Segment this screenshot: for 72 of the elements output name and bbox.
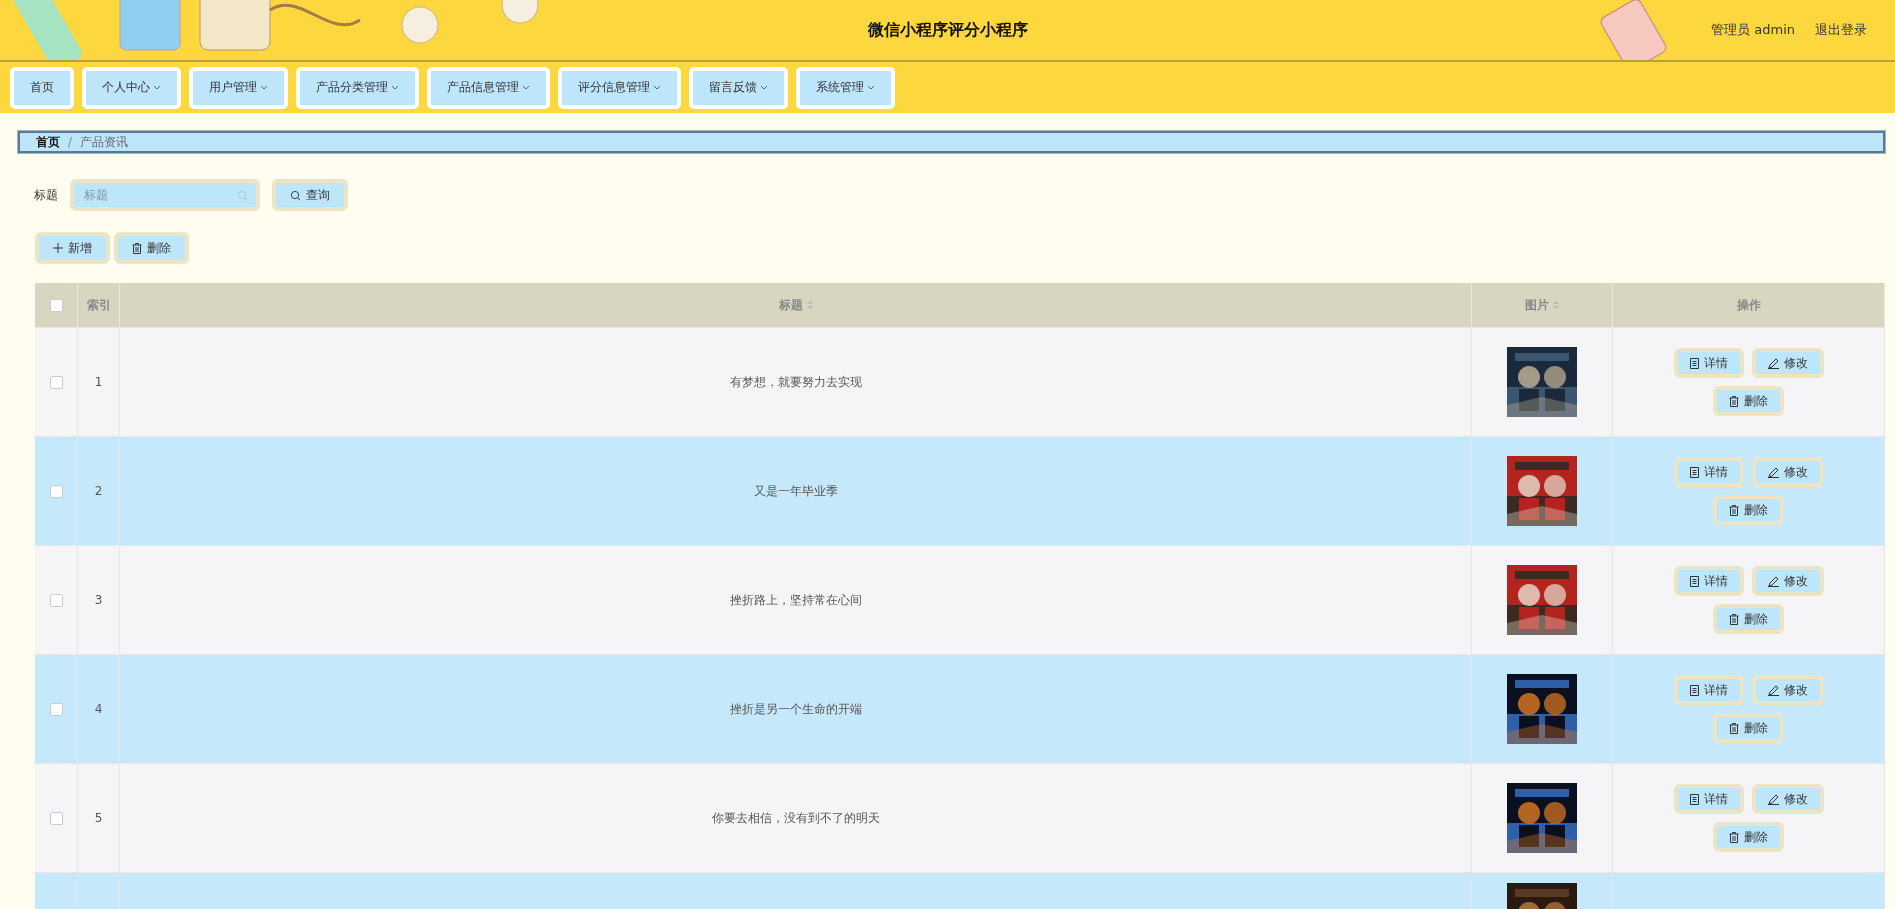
nav-item[interactable]: 系统管理 <box>796 66 895 109</box>
trash-icon <box>1729 831 1739 843</box>
document-icon <box>1689 357 1699 369</box>
index-cell: 5 <box>94 811 103 825</box>
pen-icon <box>1767 466 1779 478</box>
row-checkbox[interactable] <box>49 375 63 389</box>
nav-item[interactable]: 产品信息管理 <box>427 66 550 109</box>
detail-button[interactable]: 详情 <box>1673 675 1744 705</box>
search-icon <box>290 189 301 201</box>
trash-icon <box>1729 395 1739 407</box>
edit-button[interactable]: 修改 <box>1751 784 1824 814</box>
edit-button[interactable]: 修改 <box>1751 675 1824 705</box>
select-all-checkbox[interactable] <box>49 298 63 312</box>
delete-button[interactable]: 删除 <box>1713 604 1784 634</box>
pen-icon <box>1767 684 1779 696</box>
nav-item[interactable]: 留言反馈 <box>689 66 788 109</box>
title-cell: 有梦想，就要努力去实现 <box>729 373 862 391</box>
title-label: 标题 <box>34 186 58 204</box>
user-name: 管理员 admin <box>1711 21 1795 39</box>
index-cell: 3 <box>94 593 103 607</box>
title-search-field[interactable]: 标题 <box>70 179 260 211</box>
delete-button[interactable]: 删除 <box>1713 822 1784 852</box>
edit-button[interactable]: 修改 <box>1751 348 1824 378</box>
breadcrumb-item[interactable]: 首页 <box>36 133 60 151</box>
add-button[interactable]: 新增 <box>35 232 110 264</box>
document-icon <box>1689 466 1699 478</box>
delete-button[interactable]: 删除 <box>1713 495 1784 525</box>
query-button[interactable]: 查询 <box>272 179 348 211</box>
nav-item[interactable]: 产品分类管理 <box>296 66 419 109</box>
index-cell: 2 <box>94 484 103 498</box>
document-icon <box>1689 575 1699 587</box>
detail-button[interactable]: 详情 <box>1673 566 1744 596</box>
index-cell: 4 <box>94 702 103 716</box>
row-checkbox[interactable] <box>49 702 63 716</box>
pen-icon <box>1767 793 1779 805</box>
logout-link[interactable]: 退出登录 <box>1815 21 1867 39</box>
pen-icon <box>1767 575 1779 587</box>
delete-button[interactable]: 删除 <box>1713 386 1784 416</box>
search-icon <box>237 189 248 201</box>
title-cell: 又是一年毕业季 <box>753 482 838 500</box>
detail-button[interactable]: 详情 <box>1673 457 1744 487</box>
row-checkbox[interactable] <box>49 811 63 825</box>
trash-icon <box>1729 613 1739 625</box>
nav-item[interactable]: 用户管理 <box>189 66 288 109</box>
edit-button[interactable]: 修改 <box>1751 566 1824 596</box>
title-cell: 挫折路上，坚持常在心间 <box>729 591 862 609</box>
detail-button[interactable]: 详情 <box>1673 784 1744 814</box>
document-icon <box>1689 684 1699 696</box>
breadcrumb-item: 产品资讯 <box>80 133 129 151</box>
row-checkbox[interactable] <box>49 484 63 498</box>
detail-button[interactable]: 详情 <box>1673 348 1744 378</box>
delete-button[interactable]: 删除 <box>1713 713 1784 743</box>
app-title: 微信小程序评分小程序 <box>867 20 1028 41</box>
breadcrumb-separator: / <box>68 135 73 149</box>
title-cell: 挫折是另一个生命的开端 <box>729 700 862 718</box>
title-search-input[interactable]: 标题 <box>82 183 237 207</box>
nav-item[interactable]: 首页 <box>10 66 74 109</box>
trash-icon <box>1729 504 1739 516</box>
title-cell: 你要去相信，没有到不了的明天 <box>711 809 880 827</box>
document-icon <box>1689 793 1699 805</box>
row-checkbox[interactable] <box>49 593 63 607</box>
trash-icon <box>132 242 142 254</box>
column-header: 操作 <box>1736 296 1761 314</box>
column-header: 索引 <box>86 296 111 314</box>
plus-icon <box>53 243 63 253</box>
trash-icon <box>1729 722 1739 734</box>
nav-item[interactable]: 评分信息管理 <box>558 66 681 109</box>
nav-item[interactable]: 个人中心 <box>82 66 181 109</box>
index-cell: 1 <box>94 375 103 389</box>
edit-button[interactable]: 修改 <box>1751 457 1824 487</box>
delete-button[interactable]: 删除 <box>114 232 189 264</box>
pen-icon <box>1767 357 1779 369</box>
